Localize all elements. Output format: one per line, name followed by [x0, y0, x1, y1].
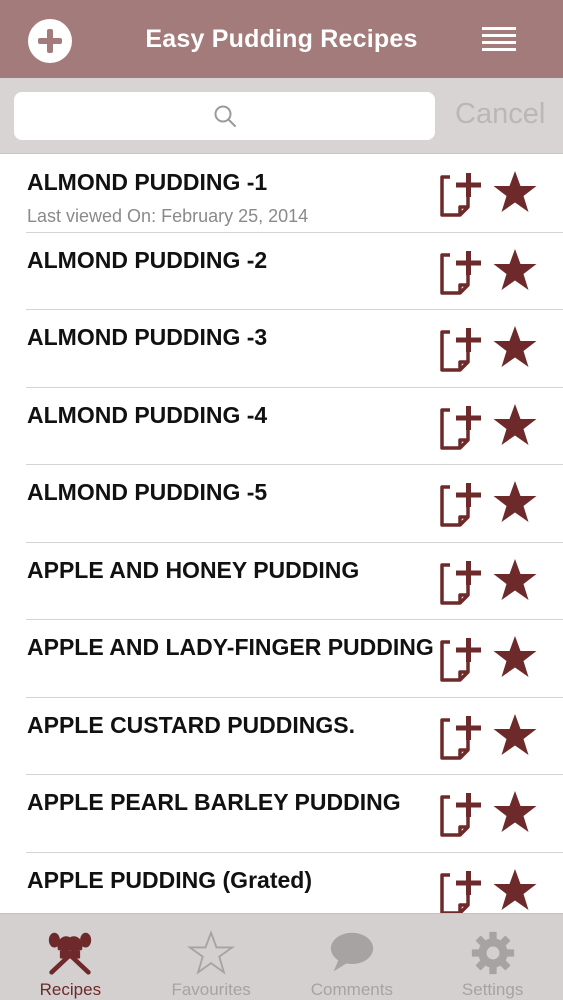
add-note-icon[interactable]: [438, 636, 486, 684]
star-icon[interactable]: [492, 867, 538, 913]
add-note-icon[interactable]: [438, 714, 486, 762]
list-item[interactable]: ALMOND PUDDING -2: [26, 233, 563, 310]
star-icon[interactable]: [492, 712, 538, 758]
list-item[interactable]: APPLE AND LADY-FINGER PUDDING: [26, 620, 563, 698]
list-item[interactable]: APPLE CUSTARD PUDDINGS.: [26, 698, 563, 775]
recipe-title: ALMOND PUDDING -2: [27, 246, 268, 273]
tab-label-comments: Comments: [310, 980, 393, 999]
recipe-title: ALMOND PUDDING -1: [27, 169, 268, 195]
recipe-title: APPLE AND HONEY PUDDING: [27, 556, 360, 583]
tab-label-recipes: Recipes: [39, 980, 102, 999]
search-bar: Cancel: [0, 78, 563, 154]
add-note-icon[interactable]: [438, 481, 486, 529]
list-item[interactable]: ALMOND PUDDING -5: [26, 465, 563, 543]
star-icon[interactable]: [492, 634, 538, 680]
add-note-icon[interactable]: [438, 249, 486, 297]
add-note-icon[interactable]: [438, 326, 486, 374]
list-item[interactable]: ALMOND PUDDING -3: [26, 310, 563, 388]
add-note-icon[interactable]: [438, 404, 486, 452]
star-icon[interactable]: [492, 324, 538, 370]
tab-comments[interactable]: Comments: [282, 914, 423, 1000]
add-note-icon[interactable]: [438, 559, 486, 607]
list-item[interactable]: ALMOND PUDDING -4: [26, 388, 563, 465]
navigation-bar: Easy Pudding Recipes: [0, 0, 563, 78]
star-outline-icon: [187, 930, 236, 975]
search-field[interactable]: [14, 92, 435, 140]
hamburger-menu-icon[interactable]: [482, 27, 516, 51]
star-icon[interactable]: [492, 247, 538, 293]
recipe-title: APPLE AND LADY-FINGER PUDDING: [27, 634, 434, 660]
star-icon[interactable]: [492, 402, 538, 448]
tab-favourites[interactable]: Favourites: [141, 914, 282, 1000]
tab-bar: Recipes Favourites Comments Settings: [0, 913, 563, 1000]
list-item[interactable]: ALMOND PUDDING -1 Last viewed On: Februar…: [26, 155, 563, 233]
star-icon[interactable]: [492, 557, 538, 603]
recipe-list: ALMOND PUDDING -1 Last viewed On: Februar…: [0, 155, 563, 930]
star-icon[interactable]: [492, 169, 538, 215]
tab-label-settings: Settings: [461, 980, 524, 999]
recipe-title: ALMOND PUDDING -4: [27, 401, 268, 428]
list-item[interactable]: APPLE PEARL BARLEY PUDDING: [26, 775, 563, 853]
recipe-title: ALMOND PUDDING -3: [27, 324, 268, 350]
star-icon[interactable]: [492, 789, 538, 835]
tab-settings[interactable]: Settings: [422, 914, 563, 1000]
page-title: Easy Pudding Recipes: [145, 25, 418, 53]
recipe-title: APPLE CUSTARD PUDDINGS.: [27, 711, 355, 738]
search-input[interactable]: [14, 92, 435, 140]
gear-icon: [471, 931, 514, 975]
speech-bubble-icon: [330, 932, 374, 972]
recipe-title: ALMOND PUDDING -5: [27, 479, 268, 505]
recipe-title: APPLE PEARL BARLEY PUDDING: [27, 789, 401, 815]
star-icon[interactable]: [492, 479, 538, 525]
list-item[interactable]: APPLE AND HONEY PUDDING: [26, 543, 563, 620]
recipe-title: APPLE PUDDING (Grated): [27, 866, 312, 893]
add-note-icon[interactable]: [438, 171, 486, 219]
chef-hat-utensils-icon: [49, 932, 92, 975]
add-note-icon[interactable]: [438, 869, 486, 917]
add-note-icon[interactable]: [438, 791, 486, 839]
last-viewed-text: Last viewed On: February 25, 2014: [27, 206, 309, 226]
tab-label-favourites: Favourites: [171, 980, 251, 999]
cancel-button[interactable]: Cancel: [455, 98, 545, 131]
tab-recipes[interactable]: Recipes: [0, 914, 141, 1000]
